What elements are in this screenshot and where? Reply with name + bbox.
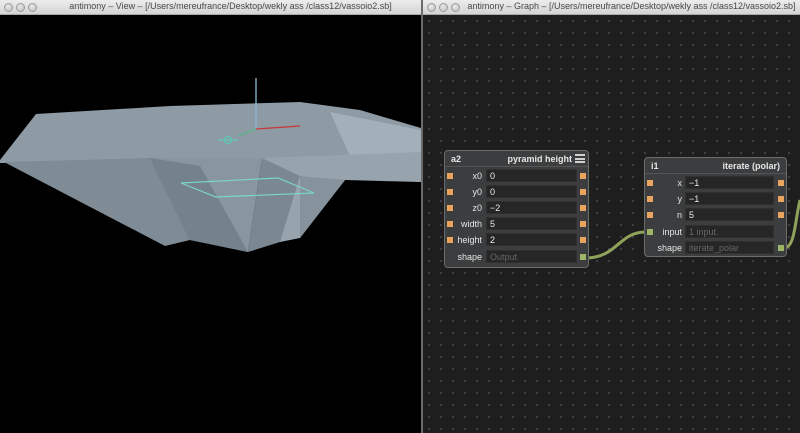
field-label: shape (657, 243, 682, 253)
shape-input-port[interactable] (647, 229, 653, 235)
field-label: shape (457, 252, 482, 262)
node-header[interactable]: i1 iterate (polar) (645, 158, 786, 174)
node-row-input: input 1 input. (645, 224, 786, 240)
field-value[interactable]: 5 (685, 208, 774, 221)
output-port[interactable] (580, 189, 586, 195)
node-row-n: n 5 (645, 207, 786, 223)
viewport-scene (0, 78, 421, 252)
minimize-button[interactable] (439, 3, 448, 12)
hamburger-menu-icon[interactable] (575, 154, 585, 163)
input-port[interactable] (447, 173, 453, 179)
zoom-button[interactable] (451, 3, 460, 12)
output-field: iterate_polar (685, 241, 774, 254)
3d-viewport[interactable] (0, 15, 421, 433)
close-button[interactable] (427, 3, 436, 12)
field-value[interactable]: 0 (486, 169, 577, 182)
field-value[interactable]: 2 (486, 233, 577, 246)
graph-canvas[interactable]: a2 pyramid height x0 0 y0 0 z0 −2 width … (423, 15, 800, 433)
input-port[interactable] (447, 221, 453, 227)
output-port[interactable] (778, 196, 784, 202)
field-value[interactable]: −1 (685, 192, 774, 205)
node-pyramid-height[interactable]: a2 pyramid height x0 0 y0 0 z0 −2 width … (444, 150, 589, 268)
shape-output-port[interactable] (778, 245, 784, 251)
output-port[interactable] (580, 173, 586, 179)
field-value[interactable]: −1 (685, 176, 774, 189)
graph-window: antimony – Graph – [/Users/mereufrance/D… (423, 0, 800, 433)
output-port[interactable] (778, 180, 784, 186)
view-window: antimony – View – [/Users/mereufrance/De… (0, 0, 421, 433)
node-iterate-polar[interactable]: i1 iterate (polar) x −1 y −1 n 5 input 1… (644, 157, 787, 257)
node-id: a2 (451, 154, 462, 164)
close-button[interactable] (4, 3, 13, 12)
pyramid-face-shade-3 (300, 176, 345, 238)
output-port[interactable] (580, 237, 586, 243)
node-row-y0: y0 0 (445, 184, 588, 200)
field-label: height (457, 235, 482, 245)
node-id: i1 (651, 161, 659, 171)
output-field: Output (486, 250, 577, 263)
input-port[interactable] (447, 189, 453, 195)
node-row-y: y −1 (645, 191, 786, 207)
graph-window-title: antimony – Graph – [/Users/mereufrance/D… (467, 1, 796, 11)
shape-output-port[interactable] (580, 254, 586, 260)
minimize-button[interactable] (16, 3, 25, 12)
node-row-shape: shape Output (445, 249, 588, 265)
field-label: y0 (472, 187, 482, 197)
input-port[interactable] (647, 180, 653, 186)
node-row-x0: x0 0 (445, 168, 588, 184)
field-value[interactable]: 5 (486, 217, 577, 230)
view-window-title: antimony – View – [/Users/mereufrance/De… (69, 1, 392, 11)
node-row-z0: z0 −2 (445, 200, 588, 216)
graph-titlebar[interactable]: antimony – Graph – [/Users/mereufrance/D… (423, 0, 800, 15)
node-row-width: width 5 (445, 216, 588, 232)
field-label: width (460, 219, 482, 229)
input-port[interactable] (647, 196, 653, 202)
input-port[interactable] (447, 205, 453, 211)
output-port[interactable] (778, 212, 784, 218)
output-port[interactable] (580, 205, 586, 211)
field-label: x0 (472, 171, 482, 181)
node-type: iterate (polar) (722, 161, 780, 171)
field-label: input (662, 227, 682, 237)
node-type: pyramid height (507, 154, 572, 164)
node-row-height: height 2 (445, 232, 588, 248)
field-value[interactable]: 0 (486, 185, 577, 198)
field-label: x (677, 178, 683, 188)
wire-a2-to-i1[interactable] (584, 230, 647, 260)
field-label: n (676, 210, 682, 220)
input-field: 1 input. (685, 225, 774, 238)
zoom-button[interactable] (28, 3, 37, 12)
node-row-shape: shape iterate_polar (645, 240, 786, 256)
node-row-x: x −1 (645, 175, 786, 191)
input-port[interactable] (447, 237, 453, 243)
input-port[interactable] (647, 212, 653, 218)
field-label: y (677, 194, 683, 204)
view-titlebar[interactable]: antimony – View – [/Users/mereufrance/De… (0, 0, 421, 15)
node-header[interactable]: a2 pyramid height (445, 151, 588, 167)
output-port[interactable] (580, 221, 586, 227)
field-value[interactable]: −2 (486, 201, 577, 214)
field-label: z0 (472, 203, 482, 213)
